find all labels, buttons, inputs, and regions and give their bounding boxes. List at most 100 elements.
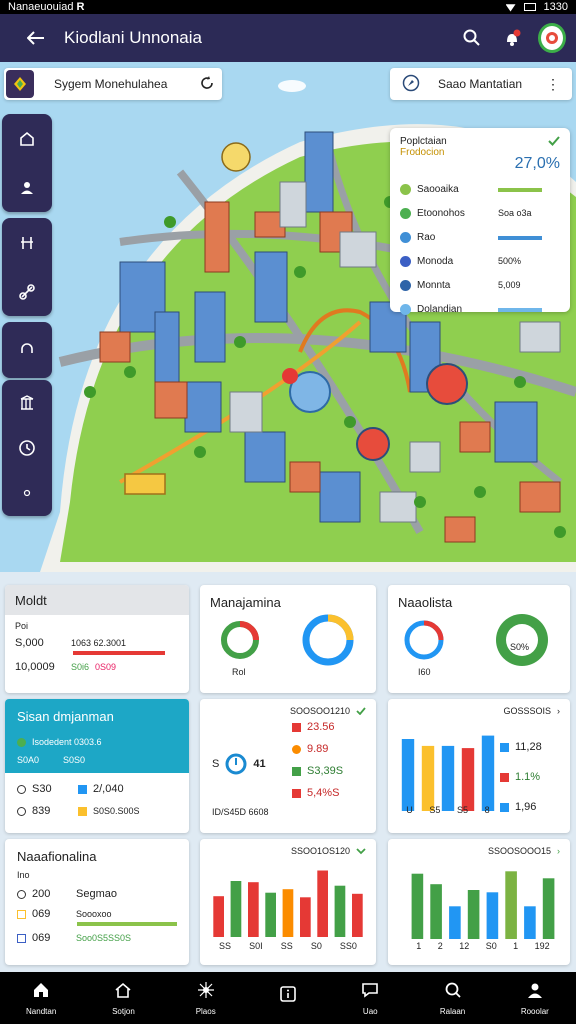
nav-item-label: Sotjon (112, 1006, 135, 1016)
card-bars-blue[interactable]: GOSSSOIS › 11,28 1.1% 1,96 U S5 S5 8 (388, 699, 570, 833)
stats-row-bar (498, 188, 542, 192)
tick-label: S5 (429, 805, 441, 815)
stats-row-label: Dolandian (417, 303, 463, 315)
card-sisan-sub: Isodedent 0303.6 (32, 737, 102, 747)
rail-tools-button[interactable] (7, 223, 47, 263)
rail-dot-button[interactable] (7, 473, 47, 513)
stats-row: Saooaika (400, 181, 560, 197)
bars-blue-row-2: 1.1% (515, 771, 541, 783)
chevron-down-icon[interactable] (356, 847, 366, 855)
stats-row: Monnta 5,009 (400, 277, 560, 293)
home-icon (32, 981, 50, 1004)
bar-3 (248, 882, 259, 937)
stats-row-bar (498, 236, 542, 240)
bar-4 (467, 890, 480, 939)
tick-label: 1 (416, 941, 422, 951)
nav-item-6[interactable]: Ralaan (411, 972, 493, 1024)
bars-blue-row-1: 11,28 (515, 741, 542, 753)
more-icon[interactable]: › (557, 706, 560, 716)
card-sisan[interactable]: Sisan dmjanman Isodedent 0303.6 S0A0 S0S… (5, 699, 189, 833)
rail-group-4 (2, 380, 52, 516)
stats-row-icon (400, 255, 411, 267)
card-bars-red[interactable]: SSOO1OS120 SS S0I SS S0 SS0 (200, 839, 376, 965)
nav-item-1[interactable]: Nandtan (0, 972, 82, 1024)
nav-item-label: Uao (362, 1006, 378, 1016)
card-naaolista[interactable]: Naaolista S0% I60 (388, 585, 570, 693)
bar-1 (213, 896, 224, 937)
back-button[interactable] (22, 24, 50, 52)
bar-chart-2 (411, 871, 555, 939)
nav-item-4[interactable] (247, 972, 329, 1024)
card-naaolista-title: Naaolista (398, 595, 453, 610)
rail-link-button[interactable] (7, 272, 47, 312)
card-sisan-v2: S0S0 (63, 755, 86, 765)
stats-row-value (498, 304, 560, 314)
tick-label: S0 (485, 941, 497, 951)
stats-row-icon (400, 279, 411, 291)
naaa-row1-b: Segmao (76, 888, 117, 900)
system-selector-label: Sygem Monehulahea (54, 77, 168, 91)
card-metrics[interactable]: SOOSOO1210 S 41 23.56 9.89 S3,39S 5,4%S … (200, 699, 376, 833)
notifications-button[interactable] (498, 24, 526, 52)
bar-3 (449, 906, 461, 939)
stats-row-value: 5,009 (498, 280, 521, 290)
card-sisan-v1: S0A0 (17, 755, 40, 765)
bar-1 (401, 739, 415, 811)
card-metrics-head: SOOSOO1210 (289, 706, 350, 716)
tick-label: S0 (310, 941, 322, 951)
card-bars-green[interactable]: SSOOSOOO15 › 1 2 12 S0 1 192 (388, 839, 570, 965)
card-sisan-r2b: S0S0.S00S (93, 806, 140, 816)
more-options-icon[interactable]: ⋮ (546, 76, 560, 93)
bar-7 (317, 870, 328, 937)
nav-item-5[interactable]: Uao (329, 972, 411, 1024)
card-moldt[interactable]: Moldt Poi S,000 1063 62.3001 10,0009 S0i… (5, 585, 189, 693)
tick-label: S5 (457, 805, 469, 815)
app-title: Kiodlani Unnonaia (64, 28, 202, 47)
card-moldt-val2: 10,0009 (15, 661, 55, 673)
bar-5 (282, 889, 294, 937)
rail-group-1 (2, 114, 52, 212)
stats-row-icon (400, 231, 411, 243)
metric-row-2: 9.89 (307, 743, 329, 755)
card-moldt-badge1: S0i6 (71, 662, 90, 672)
bottom-navigation: Nandtan Sotjon Plaos Uao Ralaan Rooolar (0, 972, 576, 1024)
mode-selector[interactable]: Saao Mantatian ⋮ (390, 68, 572, 100)
rail-clock-button[interactable] (7, 428, 47, 468)
stats-row-label: Monnta (417, 279, 451, 291)
sync-icon[interactable] (200, 75, 214, 93)
bar-2 (230, 881, 242, 937)
nav-item-7[interactable]: Rooolar (494, 972, 576, 1024)
rail-building-button[interactable] (7, 383, 47, 423)
chevron-right-icon[interactable]: › (557, 846, 560, 856)
mode-selector-label: Saao Mantatian (438, 77, 523, 91)
status-left: Nanaeuouiad R (8, 1, 85, 13)
nav-item-label: Plaos (195, 1006, 216, 1016)
rail-edit-button[interactable] (7, 119, 47, 159)
stats-row-value (498, 232, 560, 242)
stats-big-value: 27,0% (514, 155, 560, 172)
search-button[interactable] (458, 24, 486, 52)
stats-row-icon (400, 183, 411, 195)
rail-user-button[interactable] (7, 168, 47, 208)
stats-row-icon (400, 303, 411, 315)
bar-chart-1-ticks: SS S0I SS S0 SS0 (210, 941, 366, 951)
nav-item-3[interactable]: Plaos (165, 972, 247, 1024)
system-selector[interactable]: Sygem Monehulahea (4, 68, 222, 100)
bar-8 (542, 878, 555, 939)
nav-item-label: Nandtan (26, 1006, 57, 1016)
profile-avatar[interactable] (538, 23, 566, 53)
bar-chart-2-ticks: 1 2 12 S0 1 192 (408, 941, 558, 951)
tick-label: SS (219, 941, 232, 951)
nav-item-2[interactable]: Sotjon (82, 972, 164, 1024)
card-manajamina[interactable]: Manajamina Rol (200, 585, 376, 693)
tick-label: 8 (484, 805, 490, 815)
card-manajamina-donuts (221, 614, 354, 666)
rail-headset-button[interactable] (7, 330, 47, 370)
card-naaafionalina[interactable]: Naaafionalina Ino 200 Segmao 069 Soooxoo 0… (5, 839, 189, 965)
stats-row: Monoda 500% (400, 253, 560, 269)
card-moldt-val1: S,000 (15, 637, 44, 649)
bar-4 (265, 892, 276, 937)
bar-1 (411, 873, 424, 939)
stats-row-value (498, 184, 560, 194)
metric-row-1: 23.56 (307, 721, 335, 733)
